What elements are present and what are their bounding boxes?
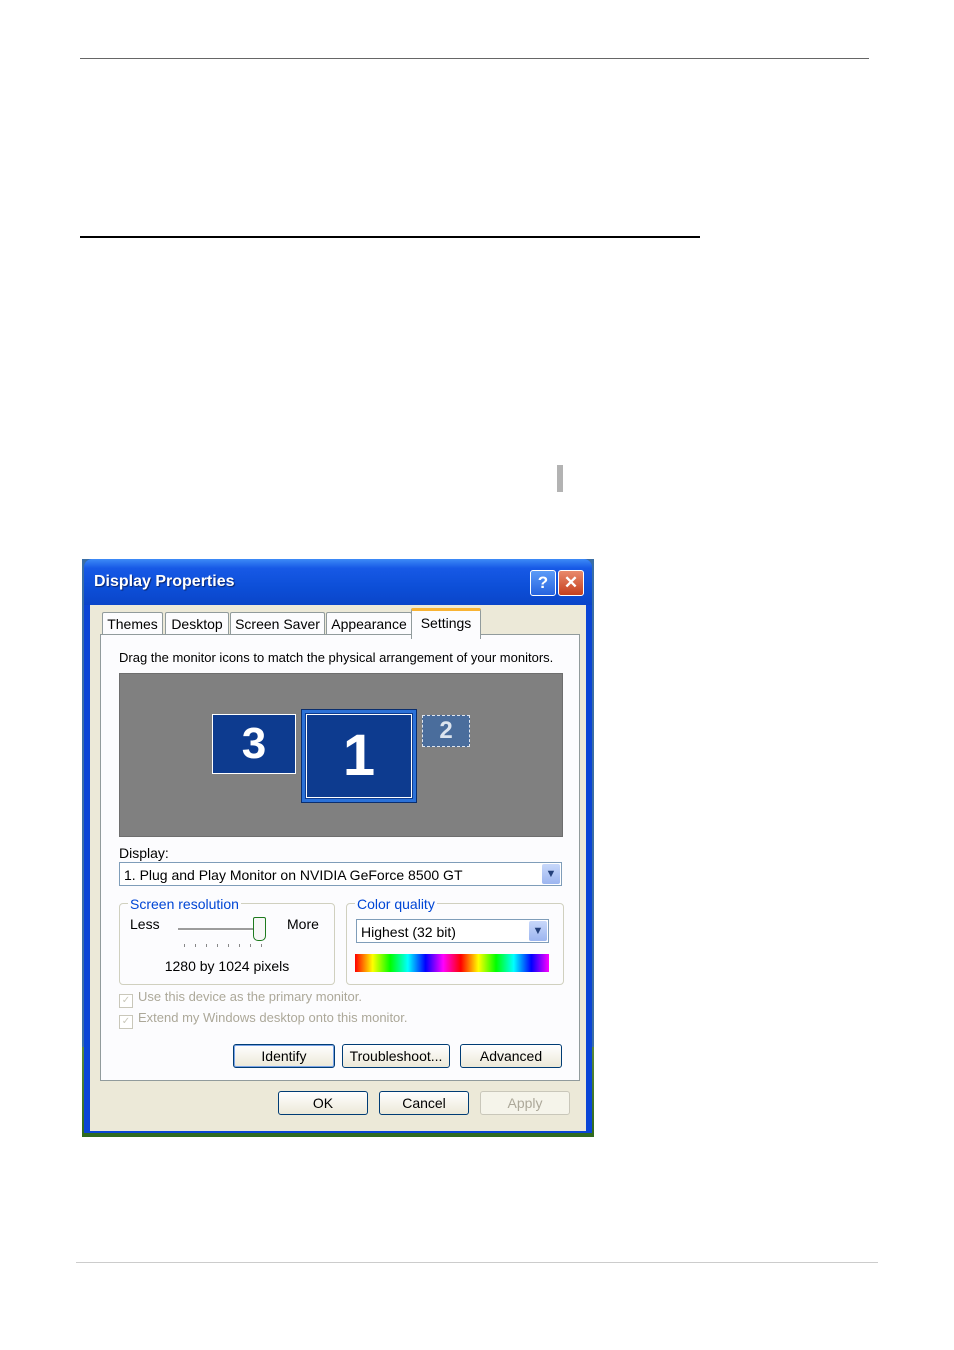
screen-resolution-group: Screen resolution Less More 1280 by 1024… — [119, 896, 335, 985]
color-quality-legend: Color quality — [355, 896, 437, 912]
advanced-button[interactable]: Advanced — [460, 1044, 562, 1068]
settings-panel: Drag the monitor icons to match the phys… — [100, 634, 580, 1081]
troubleshoot-button[interactable]: Troubleshoot... — [342, 1044, 450, 1068]
ok-button[interactable]: OK — [278, 1091, 368, 1115]
resolution-slider-thumb[interactable] — [253, 917, 266, 941]
display-properties-screenshot: Display Properties ? ✕ Themes Desktop Sc… — [82, 559, 594, 1137]
display-label: Display: — [119, 845, 169, 861]
bottom-rule — [76, 1262, 878, 1263]
checkmark-icon: ✓ — [119, 1015, 133, 1029]
monitor-3-icon[interactable]: 3 — [212, 714, 296, 774]
monitor-1-icon[interactable]: 1 — [301, 709, 417, 803]
display-properties-window: Display Properties ? ✕ Themes Desktop Sc… — [84, 559, 592, 1133]
display-select-value: 1. Plug and Play Monitor on NVIDIA GeFor… — [124, 867, 463, 883]
color-quality-value: Highest (32 bit) — [361, 924, 456, 940]
chevron-down-icon[interactable]: ▼ — [529, 921, 547, 941]
checkmark-icon: ✓ — [119, 994, 133, 1008]
resolution-slider-ticks — [184, 944, 264, 947]
extend-desktop-checkbox[interactable]: ✓ Extend my Windows desktop onto this mon… — [119, 1010, 408, 1029]
help-button[interactable]: ? — [530, 570, 556, 596]
dialog-client: Themes Desktop Screen Saver Appearance S… — [90, 605, 586, 1131]
tab-settings[interactable]: Settings — [411, 608, 481, 639]
resolution-value: 1280 by 1024 pixels — [164, 958, 290, 974]
extend-desktop-label: Extend my Windows desktop onto this moni… — [138, 1010, 408, 1025]
text-caret — [557, 465, 563, 492]
close-button[interactable]: ✕ — [558, 570, 584, 596]
color-spectrum-bar — [355, 954, 549, 972]
chevron-down-icon[interactable]: ▼ — [542, 864, 560, 884]
tab-screen-saver[interactable]: Screen Saver — [230, 612, 325, 635]
display-select[interactable]: 1. Plug and Play Monitor on NVIDIA GeFor… — [119, 862, 562, 886]
section-rule — [80, 236, 700, 238]
tab-appearance[interactable]: Appearance — [326, 612, 412, 635]
window-title: Display Properties — [94, 573, 235, 590]
primary-monitor-checkbox[interactable]: ✓ Use this device as the primary monitor. — [119, 989, 362, 1008]
cancel-button[interactable]: Cancel — [379, 1091, 469, 1115]
screen-resolution-legend: Screen resolution — [128, 896, 241, 912]
top-rule — [80, 58, 869, 59]
tab-desktop[interactable]: Desktop — [165, 612, 229, 635]
less-label: Less — [130, 916, 160, 932]
help-icon: ? — [537, 573, 549, 592]
resolution-slider-track[interactable] — [178, 928, 264, 931]
title-bar[interactable]: Display Properties ? ✕ — [84, 559, 592, 605]
primary-monitor-label: Use this device as the primary monitor. — [138, 989, 362, 1004]
monitor-2-icon[interactable]: 2 — [422, 715, 470, 747]
color-quality-select[interactable]: Highest (32 bit) ▼ — [356, 919, 549, 943]
close-icon: ✕ — [563, 573, 579, 592]
tab-themes[interactable]: Themes — [102, 612, 163, 635]
instructions-text: Drag the monitor icons to match the phys… — [119, 650, 554, 665]
more-label: More — [287, 916, 319, 932]
apply-button[interactable]: Apply — [480, 1091, 570, 1115]
color-quality-group: Color quality Highest (32 bit) ▼ — [346, 896, 564, 985]
monitor-1-frame — [306, 714, 412, 798]
identify-button[interactable]: Identify — [233, 1044, 335, 1068]
monitor-arrangement-area[interactable]: 3 1 2 — [119, 673, 563, 837]
